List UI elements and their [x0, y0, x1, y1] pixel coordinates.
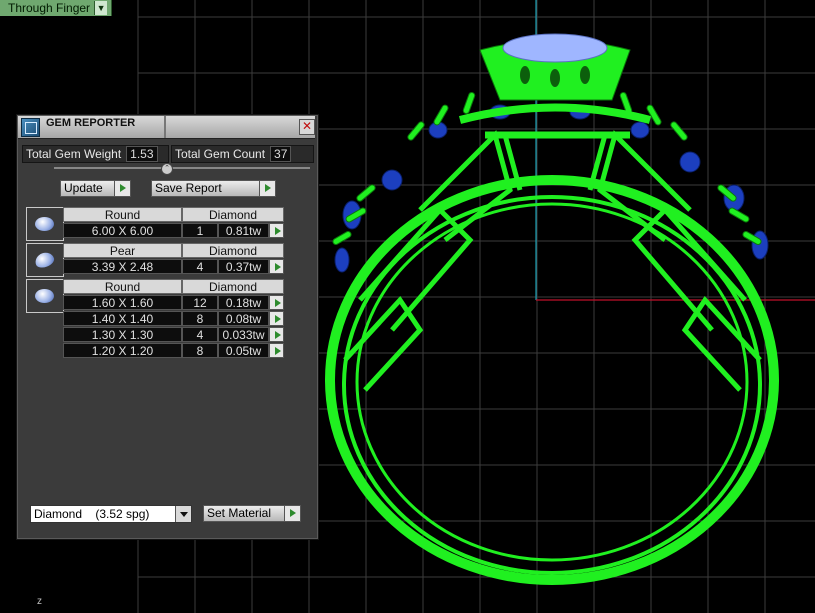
material-header: Diamond	[182, 243, 284, 258]
panel-title: GEM REPORTER	[46, 117, 136, 129]
view-tab[interactable]: Through Finger ▼	[0, 0, 113, 16]
gem-size: 6.00 X 6.00	[63, 223, 182, 238]
chevron-down-icon[interactable]	[175, 506, 191, 522]
set-material-button[interactable]: Set Material	[203, 505, 301, 522]
shape-header: Pear	[63, 243, 182, 258]
view-tab-label: Through Finger	[8, 1, 91, 15]
gem-size: 1.40 X 1.40	[63, 311, 182, 326]
total-gem-count-label: Total Gem Count	[175, 147, 266, 161]
panel-divider	[54, 167, 310, 169]
play-icon	[275, 227, 281, 235]
gem-reporter-icon	[21, 118, 40, 137]
total-gem-weight-value: 1.53	[126, 146, 158, 162]
axis-indicator: z	[37, 596, 42, 607]
gem-weight: 0.81tw	[218, 223, 269, 238]
gem-weight: 0.37tw	[218, 259, 269, 274]
total-gem-weight-label: Total Gem Weight	[26, 147, 122, 161]
play-icon	[275, 331, 281, 339]
material-select-value: Diamond (3.52 spg)	[34, 507, 150, 521]
play-icon	[275, 347, 281, 355]
select-gem-button[interactable]	[269, 327, 284, 342]
gem-weight: 0.18tw	[218, 295, 269, 310]
chevron-down-icon[interactable]: ▼	[94, 1, 108, 15]
titlebar-divider	[164, 116, 166, 138]
shape-header: Round	[63, 279, 182, 294]
update-label: Update	[64, 181, 103, 195]
total-gem-count: Total Gem Count 37	[171, 145, 314, 163]
select-gem-button[interactable]	[269, 311, 284, 326]
gem-count: 8	[182, 343, 218, 358]
play-icon	[275, 263, 281, 271]
shape-header: Round	[63, 207, 182, 222]
material-header: Diamond	[182, 279, 284, 294]
play-icon[interactable]	[284, 506, 300, 521]
gem-count: 1	[182, 223, 218, 238]
gem-size: 1.60 X 1.60	[63, 295, 182, 310]
gem-weight: 0.08tw	[218, 311, 269, 326]
round-gem-icon[interactable]	[26, 279, 64, 313]
play-icon[interactable]	[114, 181, 130, 196]
play-icon	[275, 315, 281, 323]
round-gem-icon[interactable]	[26, 207, 64, 241]
gem-reporter-panel: GEM REPORTER ✕ Total Gem Weight 1.53 Tot…	[16, 114, 319, 540]
set-material-label: Set Material	[207, 506, 272, 520]
gem-count: 8	[182, 311, 218, 326]
total-gem-weight: Total Gem Weight 1.53	[22, 145, 169, 163]
gem-size: 1.30 X 1.30	[63, 327, 182, 342]
gem-size: 1.20 X 1.20	[63, 343, 182, 358]
material-select[interactable]: Diamond (3.52 spg)	[30, 505, 192, 523]
select-gem-button[interactable]	[269, 343, 284, 358]
pear-gem-icon[interactable]	[26, 243, 64, 277]
collapse-handle[interactable]: ⌃	[161, 163, 173, 175]
select-gem-button[interactable]	[269, 295, 284, 310]
close-icon[interactable]: ✕	[299, 119, 315, 135]
material-header: Diamond	[182, 207, 284, 222]
select-gem-button[interactable]	[269, 259, 284, 274]
gem-count: 4	[182, 259, 218, 274]
gem-size: 3.39 X 2.48	[63, 259, 182, 274]
gem-weight: 0.05tw	[218, 343, 269, 358]
play-icon[interactable]	[259, 181, 275, 196]
total-gem-count-value: 37	[270, 146, 292, 162]
save-report-label: Save Report	[155, 181, 222, 195]
panel-titlebar[interactable]: GEM REPORTER ✕	[18, 116, 315, 139]
gem-count: 12	[182, 295, 218, 310]
select-gem-button[interactable]	[269, 223, 284, 238]
gem-count: 4	[182, 327, 218, 342]
play-icon	[275, 299, 281, 307]
update-button[interactable]: Update	[60, 180, 131, 197]
save-report-button[interactable]: Save Report	[151, 180, 276, 197]
gem-weight: 0.033tw	[218, 327, 269, 342]
